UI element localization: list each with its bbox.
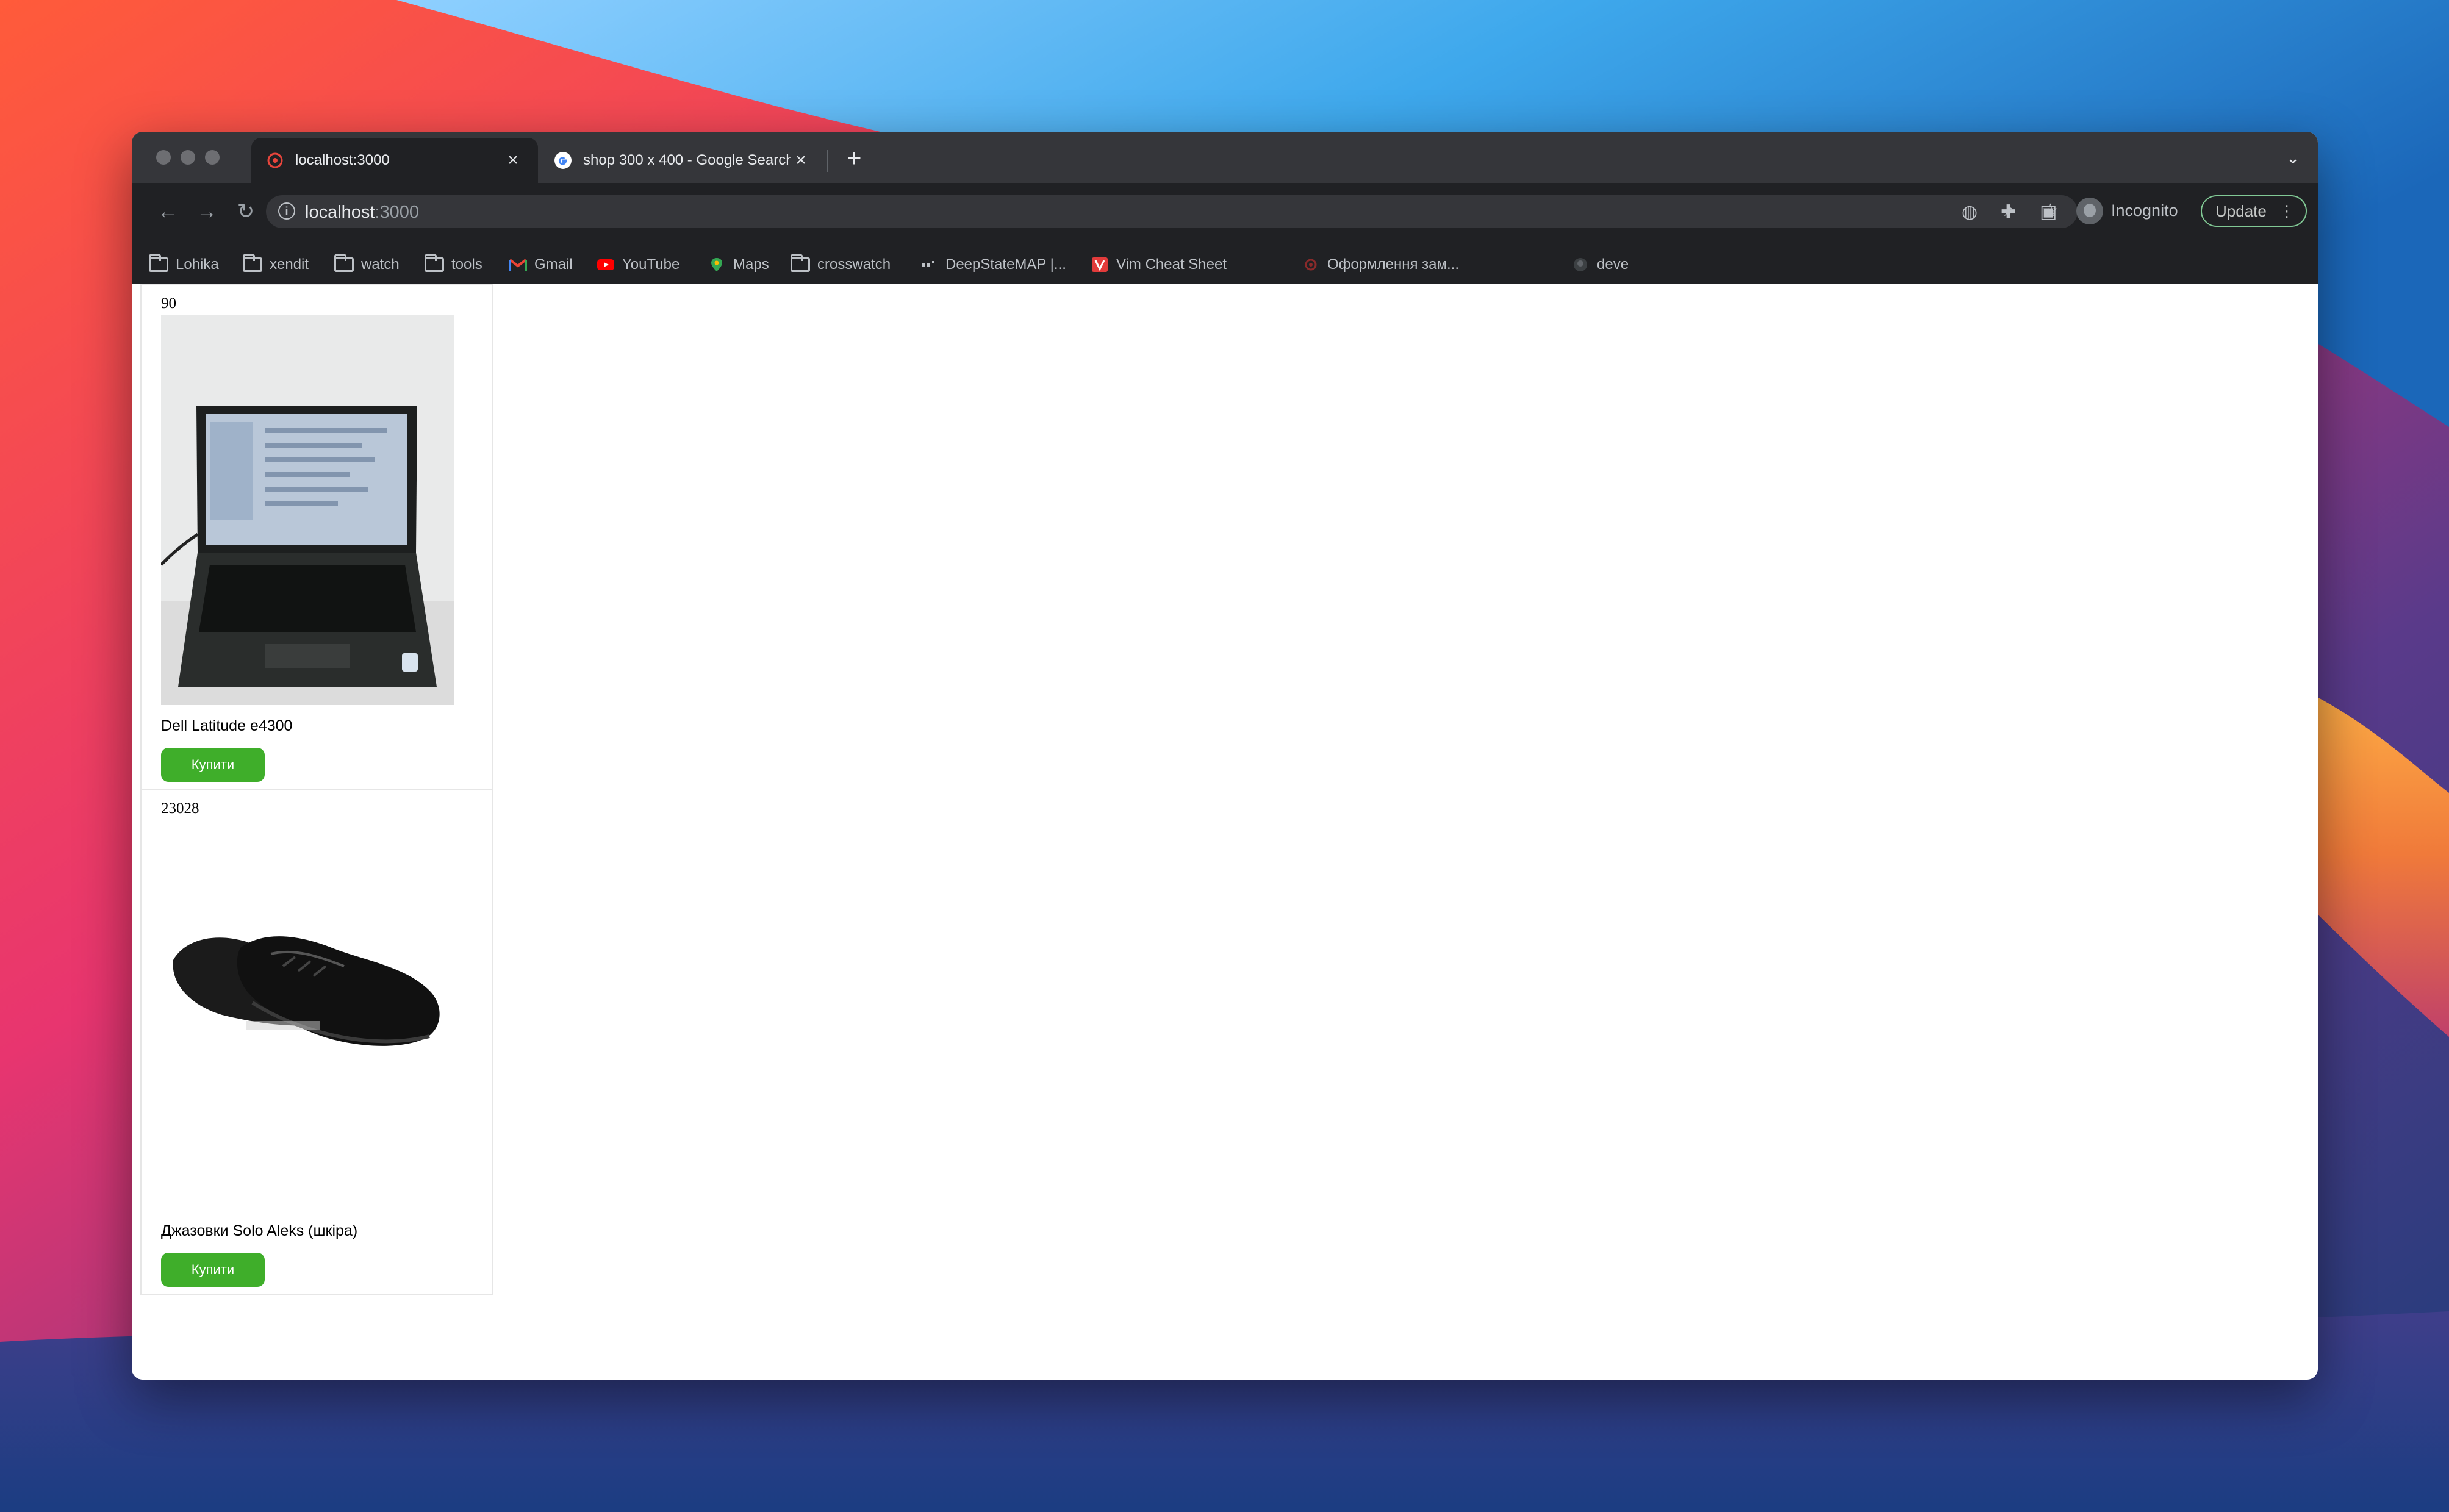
bookmark-label: watch xyxy=(361,256,400,273)
url-host: localhost xyxy=(305,202,375,222)
bookmark-youtube[interactable]: YouTube xyxy=(597,253,679,277)
gmail-icon xyxy=(509,259,527,271)
deepstate-icon xyxy=(922,261,934,267)
folder-icon xyxy=(149,254,168,272)
google-favicon-icon xyxy=(554,152,572,169)
product-image-shoes xyxy=(161,820,454,1210)
update-button[interactable]: Update ⋮ xyxy=(2201,195,2307,227)
tab-title: shop 300 x 400 - Google Search xyxy=(583,152,791,168)
maps-icon xyxy=(711,258,722,271)
bookmark-label: Vim Cheat Sheet xyxy=(1116,256,1227,273)
address-bar[interactable]: i localhost:3000 ⌕ ☆ xyxy=(266,195,2078,228)
bookmark-label: DeepStateMAP |... xyxy=(945,256,1066,273)
tab-title: localhost:3000 xyxy=(295,152,390,168)
bookmark-deepstatemap[interactable]: DeepStateMAP |... xyxy=(920,253,1066,277)
forward-icon[interactable]: → xyxy=(192,196,222,227)
bookmark-label: YouTube xyxy=(622,256,680,273)
site-info-icon[interactable]: i xyxy=(278,202,295,220)
folder-icon xyxy=(425,254,444,272)
bookmark-label: Оформлення зам... xyxy=(1327,256,1459,273)
bookmark-gmail[interactable]: Gmail xyxy=(509,253,573,277)
react-favicon-icon xyxy=(267,152,283,168)
bookmark-label: crosswatch xyxy=(817,256,891,273)
vim-icon xyxy=(1092,257,1108,272)
youtube-icon xyxy=(597,259,614,270)
bookmark-maps[interactable]: Maps xyxy=(708,253,769,277)
bookmark-label: deve xyxy=(1597,256,1629,273)
bookmark-watch[interactable]: watch xyxy=(334,253,400,277)
incognito-avatar-icon[interactable] xyxy=(2076,198,2103,224)
tab-localhost[interactable]: localhost:3000 × xyxy=(251,138,538,183)
bookmark-label: Lohika xyxy=(176,256,219,273)
window-zoom-dot[interactable] xyxy=(205,150,220,165)
product-price: 90 xyxy=(161,295,176,312)
product-price: 23028 xyxy=(161,800,199,817)
extensions-puzzle-icon[interactable]: ✚ xyxy=(2001,201,2016,223)
bookmark-label: Gmail xyxy=(534,256,573,273)
bookmark-lohika[interactable]: Lohika xyxy=(149,253,219,277)
product-name: Джазовки Solo Aleks (шкіра) xyxy=(161,1222,358,1239)
page-viewport: 90 Dell Latitude e4300 Купити 23028 Джаз… xyxy=(132,284,2318,1380)
product-name: Dell Latitude e4300 xyxy=(161,717,293,734)
tab-search-chevron-icon[interactable]: ⌄ xyxy=(2286,149,2300,168)
toolbar: ← → ↻ i localhost:3000 ⌕ ☆ ◍ ✚ ▣ Incogni… xyxy=(132,183,2318,245)
folder-icon xyxy=(334,254,354,272)
tab-close-icon[interactable]: × xyxy=(791,150,811,171)
window-close-dot[interactable] xyxy=(156,150,171,165)
buy-button[interactable]: Купити xyxy=(161,748,265,782)
github-icon xyxy=(1574,258,1587,271)
tab-close-icon[interactable]: × xyxy=(503,150,523,171)
product-card: 23028 Джазовки Solo Aleks (шкіра) Купити xyxy=(140,789,493,1295)
folder-icon xyxy=(791,254,810,272)
profile-label[interactable]: Incognito xyxy=(2111,201,2178,220)
buy-button[interactable]: Купити xyxy=(161,1253,265,1287)
tab-strip: localhost:3000 × shop 300 x 400 - Google… xyxy=(132,132,2318,187)
reload-icon[interactable]: ↻ xyxy=(231,196,261,227)
update-label: Update xyxy=(2215,202,2267,220)
bookmark-vim-cheat-sheet[interactable]: Vim Cheat Sheet xyxy=(1091,253,1227,277)
menu-kebab-icon[interactable]: ⋮ xyxy=(2279,196,2295,226)
product-image-laptop xyxy=(161,315,454,705)
order-icon xyxy=(1305,259,1317,271)
extension-globe-icon[interactable]: ◍ xyxy=(1962,201,1977,223)
back-icon[interactable]: ← xyxy=(152,196,183,227)
bookmark-label: tools xyxy=(451,256,482,273)
browser-window: localhost:3000 × shop 300 x 400 - Google… xyxy=(132,132,2318,1380)
new-tab-icon[interactable]: + xyxy=(847,145,862,171)
bookmark-label: xendit xyxy=(270,256,309,273)
bookmark-deve[interactable]: deve xyxy=(1571,253,1629,277)
side-panel-icon[interactable]: ▣ xyxy=(2040,201,2057,223)
tab-google-search[interactable]: shop 300 x 400 - Google Search × xyxy=(539,138,826,183)
window-minimize-dot[interactable] xyxy=(181,150,195,165)
tab-separator xyxy=(827,150,828,172)
url-text[interactable]: localhost:3000 xyxy=(305,202,419,223)
bookmarks-bar: Lohika xendit watch tools Gmail YouTube … xyxy=(132,245,2318,285)
bookmark-order[interactable]: Оформлення зам... xyxy=(1302,253,1459,277)
bookmark-xendit[interactable]: xendit xyxy=(243,253,309,277)
bookmark-crosswatch[interactable]: crosswatch xyxy=(791,253,891,277)
bookmark-tools[interactable]: tools xyxy=(425,253,482,277)
url-port: :3000 xyxy=(375,202,420,222)
bookmark-label: Maps xyxy=(733,256,769,273)
product-card: 90 Dell Latitude e4300 Купити xyxy=(140,284,493,790)
folder-icon xyxy=(243,254,262,272)
